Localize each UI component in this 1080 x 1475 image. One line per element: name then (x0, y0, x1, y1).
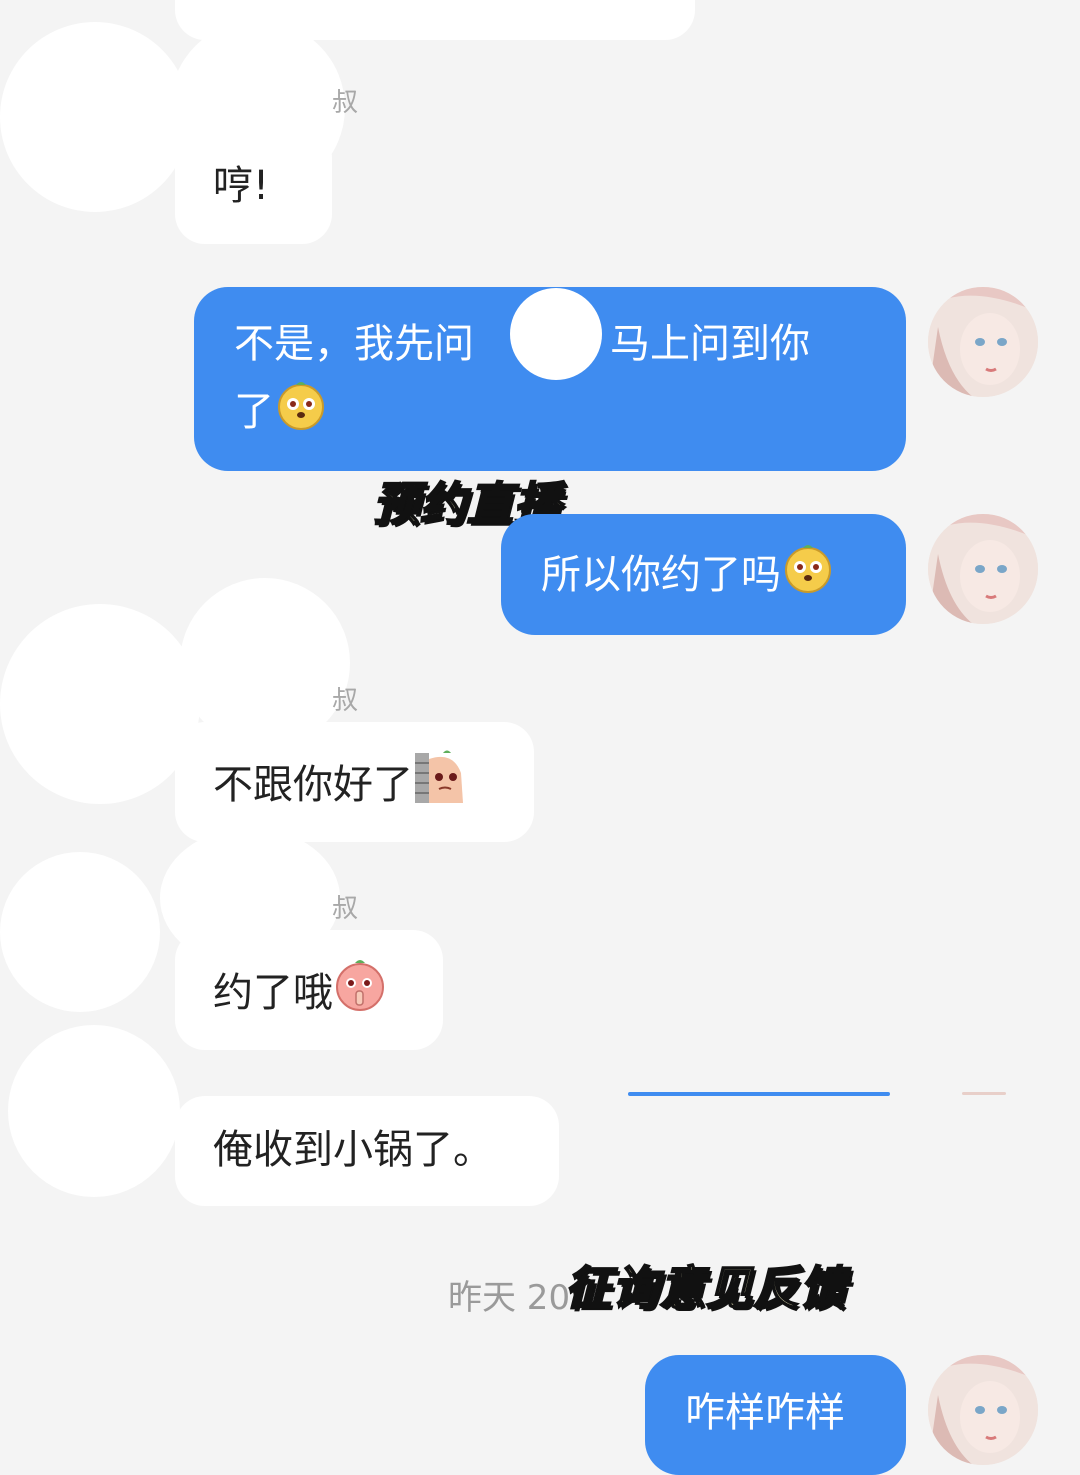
privacy-blur-blob (510, 288, 602, 380)
avatar-partial-edge (962, 1092, 1006, 1095)
peek-behind-wall-emoji (413, 749, 467, 825)
message-text: 不跟你好了 (213, 762, 413, 808)
message-timestamp: 昨天 20 (448, 1278, 571, 1318)
message-text: 咋样咋样 (685, 1390, 845, 1436)
privacy-blur-blob (0, 22, 190, 212)
caption-overlay: 征询意见反馈 (564, 1260, 847, 1316)
message-text: ，马上问到你 (570, 321, 810, 367)
sender-name-fragment: 叔 (332, 686, 359, 716)
sender-name-fragment: 叔 (332, 88, 359, 118)
incoming-message-bubble[interactable]: 不跟你好了 (175, 722, 534, 842)
message-text: 不是，我先问 (234, 321, 474, 367)
message-text: 了 (234, 389, 274, 435)
message-text: 约了哦 (213, 970, 333, 1016)
user-avatar[interactable] (928, 514, 1038, 624)
message-text: 俺收到小锅了。 (213, 1127, 493, 1173)
incoming-message-bubble[interactable]: 哼! (175, 128, 332, 244)
dog-face-emoji (781, 540, 835, 614)
message-text: 所以你约了吗 (541, 552, 781, 598)
outgoing-message-bubble[interactable]: 咋样咋样 (645, 1355, 906, 1475)
privacy-blur-blob (8, 1025, 180, 1197)
user-avatar[interactable] (928, 287, 1038, 397)
user-avatar[interactable] (928, 1355, 1038, 1465)
outgoing-bubble-partial-edge (628, 1092, 890, 1096)
incoming-message-bubble[interactable]: 约了哦 (175, 930, 443, 1050)
message-text: 哼! (213, 163, 270, 209)
sender-name-fragment: 叔 (332, 894, 359, 924)
shh-peach-emoji (333, 957, 387, 1033)
dog-face-emoji (274, 377, 328, 451)
outgoing-message-bubble[interactable]: 所以你约了吗 (501, 514, 906, 635)
privacy-blur-blob (0, 852, 160, 1012)
incoming-message-bubble[interactable]: 俺收到小锅了。 (175, 1096, 559, 1206)
privacy-blur-blob (0, 604, 200, 804)
